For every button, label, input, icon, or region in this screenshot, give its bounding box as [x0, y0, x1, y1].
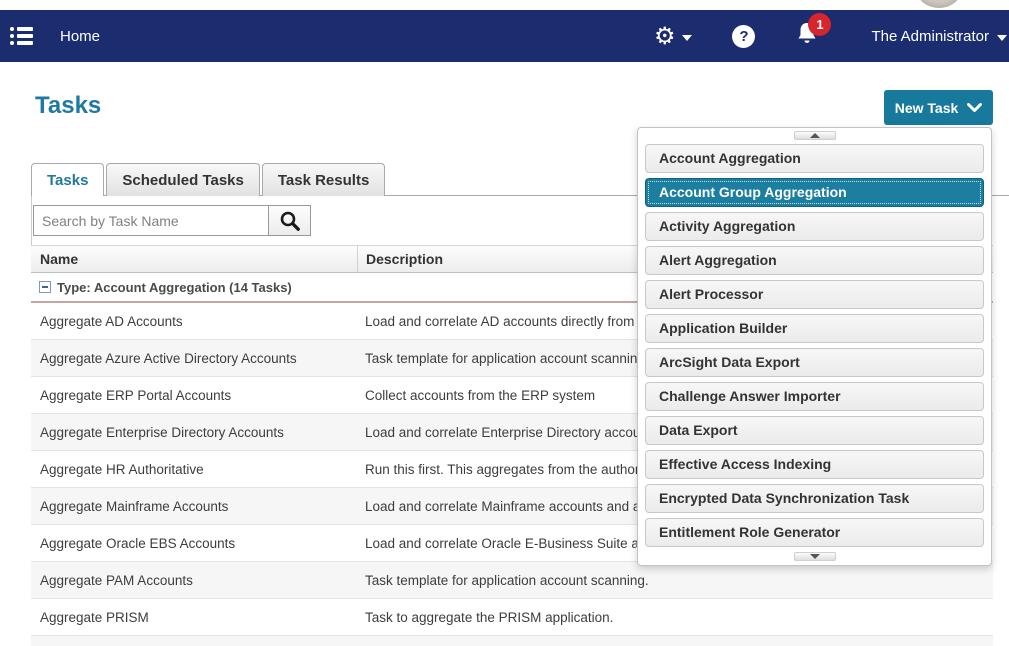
menu-item-alert-processor[interactable]: Alert Processor [645, 280, 984, 309]
search-icon [279, 210, 301, 232]
notification-badge: 1 [808, 13, 831, 36]
menu-list-icon[interactable] [10, 27, 34, 45]
triangle-down-icon [810, 554, 820, 559]
tab-scheduled-tasks[interactable]: Scheduled Tasks [106, 163, 259, 196]
app-window: Home ⚙ ? 1 The Administrator Tasks [0, 0, 1009, 646]
menu-item-entitlement-role-generator[interactable]: Entitlement Role Generator [645, 518, 984, 547]
menu-item-challenge-answer-importer[interactable]: Challenge Answer Importer [645, 382, 984, 411]
new-task-dropdown: Account Aggregation Account Group Aggreg… [637, 127, 992, 566]
search-bar [33, 205, 311, 236]
table-row[interactable]: Aggregate PRISM Task to aggregate the PR… [31, 599, 993, 636]
menu-item-account-group-aggregation[interactable]: Account Group Aggregation [645, 178, 984, 207]
scroll-down-button[interactable] [794, 552, 836, 561]
collapse-minus-icon[interactable] [39, 281, 51, 293]
settings-gear-menu[interactable]: ⚙ [654, 24, 693, 48]
search-button[interactable] [269, 205, 311, 236]
help-button[interactable]: ? [732, 25, 755, 48]
menu-item-activity-aggregation[interactable]: Activity Aggregation [645, 212, 984, 241]
menu-item-effective-access-indexing[interactable]: Effective Access Indexing [645, 450, 984, 479]
menu-item-encrypted-data-synchronization-task[interactable]: Encrypted Data Synchronization Task [645, 484, 984, 513]
table-row[interactable] [31, 636, 993, 646]
scroll-up-button[interactable] [794, 131, 836, 140]
question-mark-icon: ? [739, 28, 748, 45]
menu-item-alert-aggregation[interactable]: Alert Aggregation [645, 246, 984, 275]
tab-task-results[interactable]: Task Results [262, 163, 385, 196]
menu-item-application-builder[interactable]: Application Builder [645, 314, 984, 343]
menu-item-account-aggregation[interactable]: Account Aggregation [645, 144, 984, 173]
user-menu[interactable]: The Administrator [871, 28, 1007, 45]
user-name-label: The Administrator [871, 28, 989, 45]
notifications-button[interactable]: 1 [795, 21, 819, 52]
page-title: Tasks [35, 92, 101, 120]
search-input[interactable] [33, 205, 269, 236]
gear-icon: ⚙ [654, 24, 676, 48]
group-row-label: Type: Account Aggregation (14 Tasks) [57, 280, 292, 295]
column-header-name[interactable]: Name [31, 251, 357, 267]
partial-circle-artifact [916, 0, 962, 8]
new-task-button[interactable]: New Task [884, 90, 993, 125]
triangle-up-icon [810, 133, 820, 138]
tab-tasks[interactable]: Tasks [31, 163, 104, 196]
nav-home-link[interactable]: Home [60, 28, 100, 45]
table-row[interactable]: Aggregate PAM Accounts Task template for… [31, 562, 993, 599]
menu-item-data-export[interactable]: Data Export [645, 416, 984, 445]
chevron-down-icon [682, 35, 692, 41]
chevron-down-icon [997, 35, 1007, 41]
menu-item-arcsight-data-export[interactable]: ArcSight Data Export [645, 348, 984, 377]
top-navbar: Home ⚙ ? 1 The Administrator [0, 10, 1009, 62]
new-task-button-label: New Task [895, 100, 959, 116]
chevron-down-icon [967, 103, 982, 113]
